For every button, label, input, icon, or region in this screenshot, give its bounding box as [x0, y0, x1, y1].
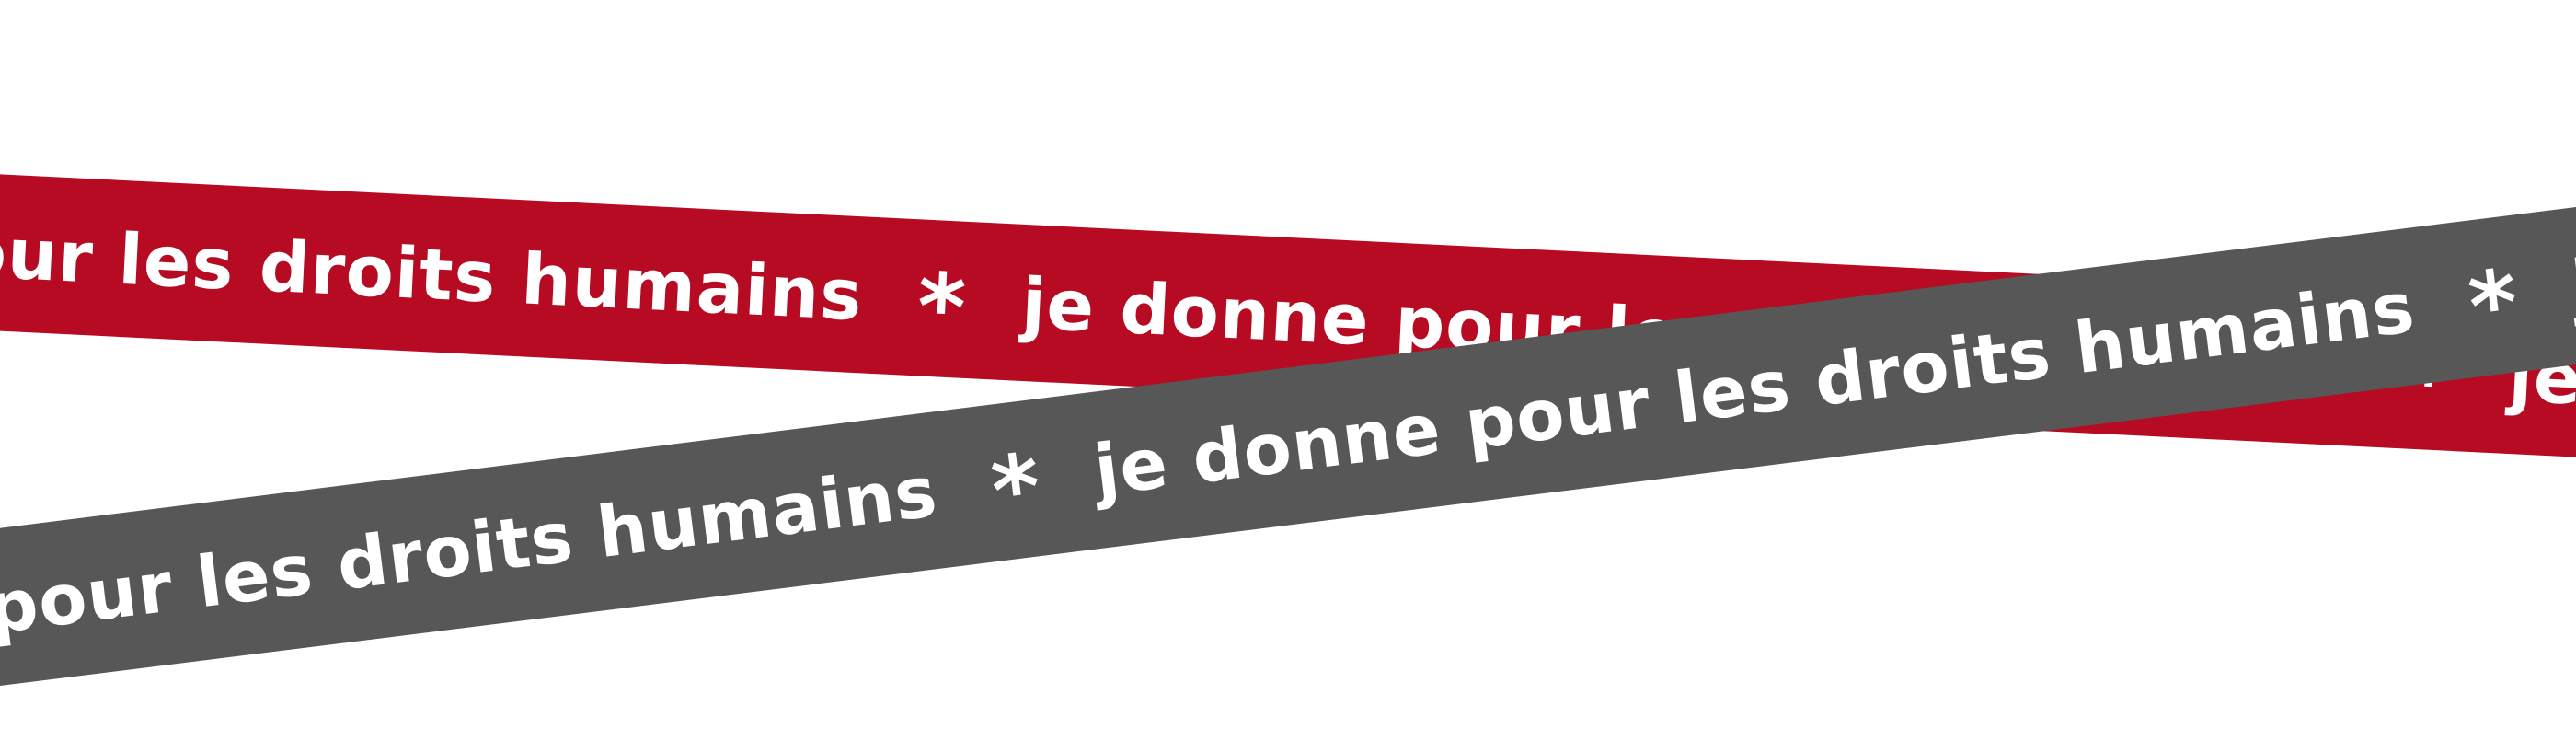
- banner-canvas: je donne pour les droits humains * je do…: [0, 0, 2576, 729]
- asterisk-separator-icon: *: [985, 432, 1048, 546]
- asterisk-separator-icon: *: [914, 252, 970, 363]
- slogan-text: je donne pour les droits humains: [0, 449, 942, 695]
- slogan-text: je donne pour les droits humains: [0, 189, 865, 336]
- asterisk-separator-icon: *: [2463, 248, 2525, 362]
